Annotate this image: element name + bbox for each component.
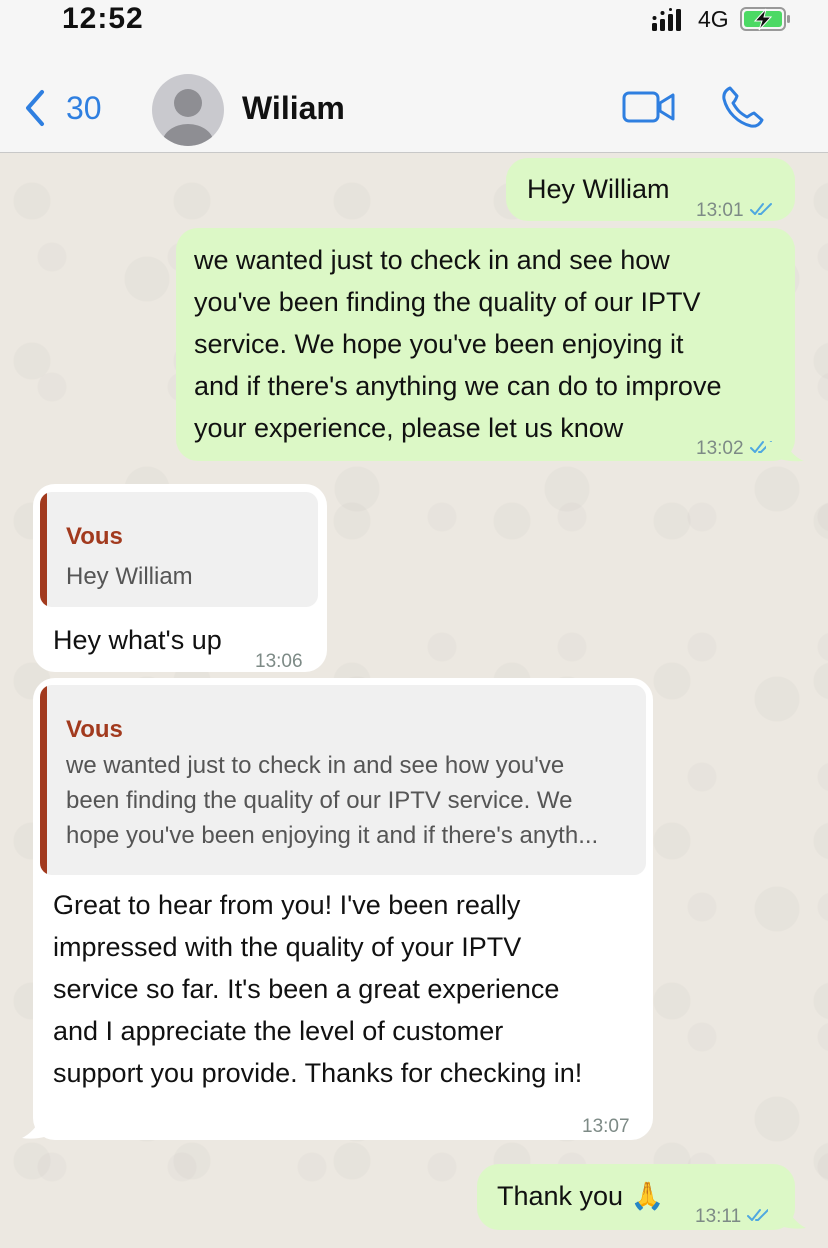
status-time: 12:52 — [62, 2, 144, 35]
message-outgoing[interactable]: we wanted just to check in and see how y… — [176, 228, 795, 461]
quoted-message[interactable]: Vous Hey William — [40, 492, 318, 607]
message-time: 13:02 — [696, 428, 774, 470]
message-incoming[interactable]: Vous we wanted just to check in and see … — [33, 678, 653, 1140]
message-time: 13:06 — [255, 651, 303, 672]
quote-author: Vous — [66, 523, 123, 550]
message-time: 13:11 — [695, 1196, 771, 1238]
battery-charging-icon — [740, 7, 790, 31]
quote-author: Vous — [66, 716, 123, 743]
bubble-tail — [768, 1208, 806, 1229]
message-text: Thank you 🙏 — [497, 1181, 665, 1211]
back-chevron-icon — [26, 90, 44, 126]
status-bar: 12:52 4G — [0, 0, 828, 46]
video-call-icon[interactable] — [622, 90, 676, 124]
message-incoming[interactable]: Vous Hey William Hey what's up 13:06 — [33, 484, 327, 672]
message-text: Great to hear from you! I've been really… — [53, 890, 583, 1088]
message-outgoing[interactable]: Hey William 13:01 — [506, 158, 795, 221]
network-type: 4G — [698, 6, 729, 32]
avatar-icon[interactable] — [152, 74, 224, 146]
message-time: 13:01 — [696, 190, 774, 232]
quote-text: we wanted just to check in and see how y… — [66, 752, 599, 849]
quoted-message[interactable]: Vous we wanted just to check in and see … — [40, 685, 646, 875]
quote-text: Hey William — [66, 563, 193, 590]
back-button[interactable]: 30 — [22, 88, 102, 128]
phone-icon[interactable] — [720, 84, 766, 130]
message-time: 13:07 — [582, 1116, 630, 1137]
chat-header: 30 Wiliam — [0, 46, 828, 153]
message-text: Hey what's up — [53, 625, 222, 655]
message-text: Hey William — [527, 174, 670, 204]
signal-icon — [652, 8, 681, 31]
message-outgoing[interactable]: Thank you 🙏 13:11 — [477, 1164, 795, 1230]
bubble-tail — [766, 442, 804, 462]
unread-count: 30 — [66, 89, 102, 126]
double-check-icon — [749, 203, 772, 215]
bubble-tail — [22, 1118, 60, 1139]
message-text: we wanted just to check in and see how y… — [194, 245, 722, 443]
quote-accent-bar — [40, 492, 47, 607]
quote-accent-bar — [40, 685, 47, 875]
contact-name[interactable]: Wiliam — [242, 90, 345, 127]
